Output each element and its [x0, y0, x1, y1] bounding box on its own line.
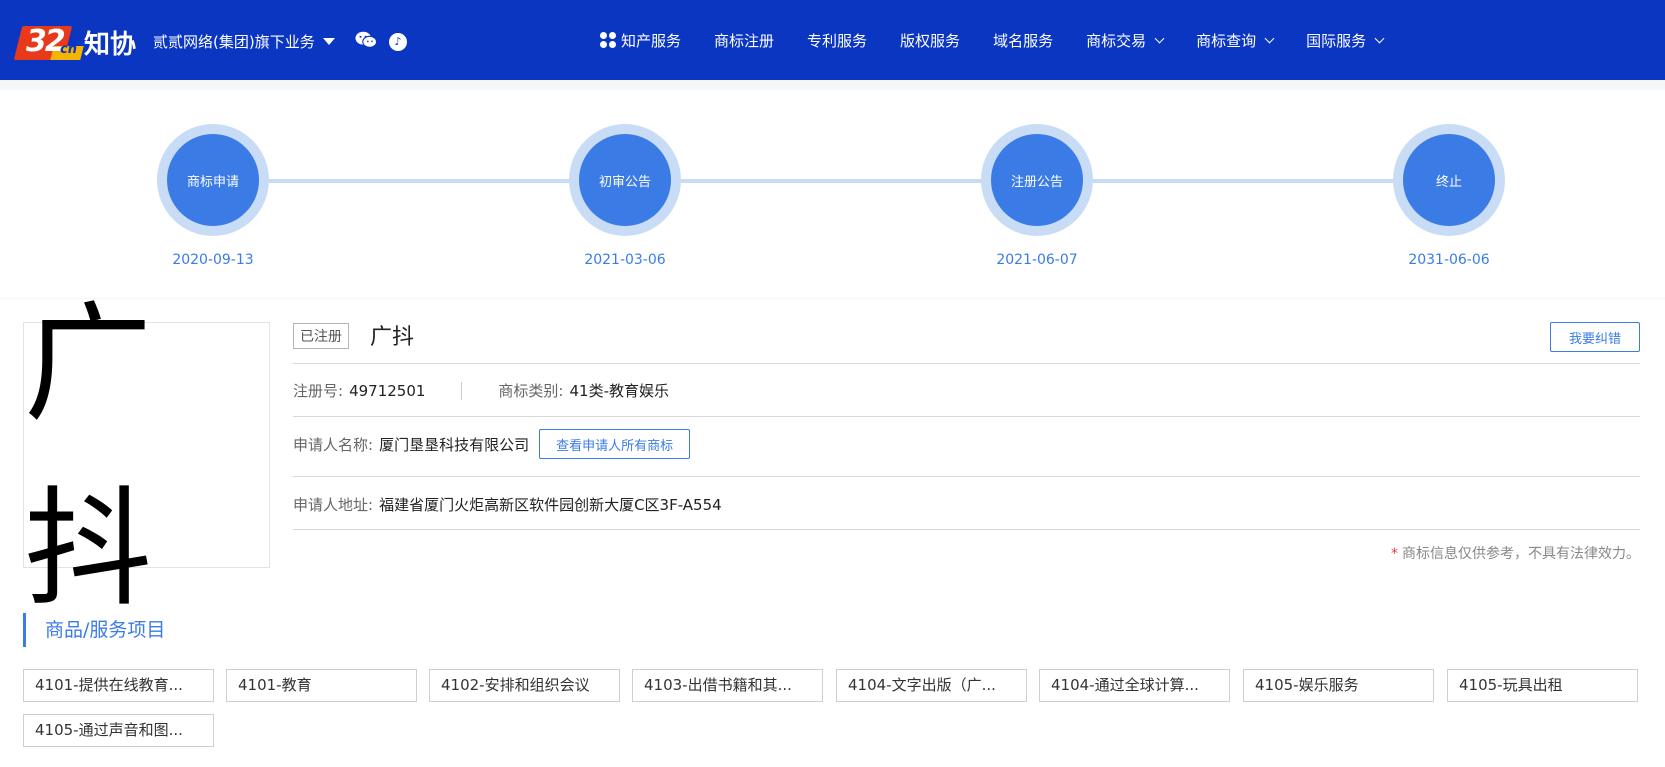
goods-item[interactable]: 4101-提供在线教育...	[23, 669, 214, 702]
view-applicant-trademarks-button[interactable]: 查看申请人所有商标	[539, 429, 691, 459]
timeline-line	[213, 179, 1449, 183]
timeline-step-date: 2021-03-06	[584, 252, 666, 268]
timeline-step-preliminary: 初审公告 2021-03-06	[569, 124, 681, 268]
goods-section-title: 商品/服务项目	[23, 613, 165, 647]
nav-item-trademark-trading[interactable]: 商标交易	[1086, 30, 1165, 51]
nav-item-trademark-registration[interactable]: 商标注册	[714, 30, 774, 51]
goods-item[interactable]: 4102-安排和组织会议	[429, 669, 620, 702]
applicant-label: 申请人名称:	[293, 435, 374, 454]
report-error-button[interactable]: 我要纠错	[1550, 322, 1640, 352]
disclaimer-text: 商标信息仅供参考，不具有法律效力。	[1402, 546, 1640, 562]
nav-item-domain-services[interactable]: 域名服务	[993, 30, 1053, 51]
timeline-step-termination: 终止 2031-06-06	[1393, 124, 1505, 268]
registration-row: 注册号: 49712501 商标类别: 41类-教育娱乐	[293, 380, 669, 401]
status-badge: 已注册	[293, 323, 349, 349]
reg-no-value: 49712501	[349, 381, 426, 400]
divider	[293, 363, 1640, 364]
nav-item-copyright-services[interactable]: 版权服务	[900, 30, 960, 51]
logo-mark: 32 cn	[13, 20, 84, 64]
nav-item-international-services[interactable]: 国际服务	[1306, 30, 1385, 51]
top-header: 32 cn 知协 贰贰网络(集团)旗下业务 ♪ 知产服务 商标注册 专利服务 版…	[0, 0, 1665, 80]
timeline-step-label: 注册公告	[991, 134, 1083, 226]
chevron-down-icon	[1374, 33, 1385, 43]
timeline-step-application: 商标申请 2020-09-13	[157, 124, 269, 268]
goods-item[interactable]: 4105-娱乐服务	[1243, 669, 1434, 702]
chevron-down-icon	[1154, 33, 1165, 43]
timeline-step-label: 初审公告	[579, 134, 671, 226]
timeline-step-date: 2021-06-07	[996, 252, 1078, 268]
nav-item-ip-services[interactable]: 知产服务	[600, 30, 681, 51]
goods-item[interactable]: 4104-文字出版（广...	[836, 669, 1027, 702]
trademark-image-text: 广抖	[24, 290, 157, 624]
group-business-label: 贰贰网络(集团)旗下业务	[153, 33, 315, 51]
goods-item[interactable]: 4105-通过声音和图...	[23, 714, 214, 747]
class-value: 41类-教育娱乐	[569, 382, 669, 400]
logo-text: 知协	[84, 29, 137, 60]
caret-down-icon	[322, 38, 335, 45]
site-logo[interactable]: 32 cn 知协	[13, 20, 137, 64]
goods-item[interactable]: 4105-玩具出租	[1447, 669, 1638, 702]
wechat-icon[interactable]	[355, 30, 377, 50]
timeline-step-registration: 注册公告 2021-06-07	[981, 124, 1093, 268]
applicant-row: 申请人名称: 厦门垦垦科技有限公司 查看申请人所有商标	[293, 429, 691, 459]
required-star: *	[1391, 546, 1398, 562]
disclaimer-note: * 商标信息仅供参考，不具有法律效力。	[1391, 543, 1640, 563]
class-label: 商标类别:	[498, 382, 564, 400]
divider	[293, 416, 1640, 417]
goods-item[interactable]: 4101-教育	[226, 669, 417, 702]
trademark-image: 广抖	[23, 290, 270, 624]
goods-item[interactable]: 4103-出借书籍和其...	[632, 669, 823, 702]
address-label: 申请人地址:	[293, 496, 374, 514]
trademark-name: 广抖	[370, 325, 415, 350]
nav-item-patent-services[interactable]: 专利服务	[807, 30, 867, 51]
address-value: 福建省厦门火炬高新区软件园创新大厦C区3F-A554	[379, 496, 722, 514]
applicant-value: 厦门垦垦科技有限公司	[379, 435, 530, 454]
divider	[293, 476, 1640, 477]
timeline-step-label: 终止	[1403, 134, 1495, 226]
nav-item-trademark-search[interactable]: 商标查询	[1196, 30, 1275, 51]
reg-no-label: 注册号:	[293, 382, 344, 400]
timeline-step-label: 商标申请	[167, 134, 259, 226]
main-nav: 知产服务 商标注册 专利服务 版权服务 域名服务 商标交易 商标查询 国际服务	[600, 0, 1416, 80]
group-business-dropdown[interactable]: 贰贰网络(集团)旗下业务	[153, 31, 335, 52]
chevron-down-icon	[1264, 33, 1275, 43]
address-row: 申请人地址: 福建省厦门火炬高新区软件园创新大厦C区3F-A554	[293, 494, 722, 515]
trademark-info: 广抖 已注册 广抖 我要纠错 注册号: 49712501 商标类别: 41类-教…	[0, 290, 1665, 767]
divider	[461, 381, 463, 400]
goods-item[interactable]: 4104-通过全球计算...	[1039, 669, 1230, 702]
timeline-step-date: 2031-06-06	[1408, 252, 1490, 268]
douyin-icon[interactable]: ♪	[389, 33, 407, 51]
divider	[293, 529, 1640, 530]
clover-icon	[600, 32, 616, 48]
